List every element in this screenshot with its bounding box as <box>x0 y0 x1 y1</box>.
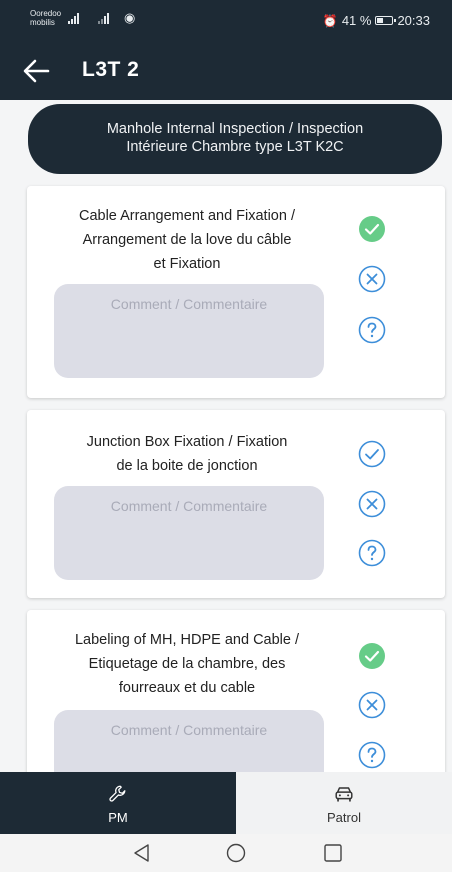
status-right: ⏰ 41 % 20:33 <box>323 13 430 28</box>
battery-percent: 41 % <box>341 13 372 28</box>
banner-line-2: Intérieure Chambre type L3T K2C <box>126 139 344 155</box>
home-circle-icon[interactable] <box>225 842 247 864</box>
title-line: Junction Box Fixation / Fixation <box>86 434 288 450</box>
check-filled-icon[interactable] <box>358 215 386 243</box>
title-line: Arrangement de la love du câble <box>82 232 292 248</box>
recents-square-icon[interactable] <box>322 842 344 864</box>
checklist-item-title: Cable Arrangement and Fixation / Arrange… <box>37 204 337 276</box>
system-navigation-bar <box>0 834 452 872</box>
app-bar: L3T 2 <box>0 42 452 100</box>
eye-icon: ◉ <box>124 10 136 25</box>
nav-label-patrol: Patrol <box>327 810 361 825</box>
title-line: de la boite de jonction <box>116 458 258 474</box>
nav-item-patrol[interactable]: Patrol <box>236 772 452 834</box>
checklist-item-title: Labeling of MH, HDPE and Cable / Etiquet… <box>37 628 337 700</box>
signal-icon <box>68 13 79 24</box>
title-line: Labeling of MH, HDPE and Cable / <box>74 632 300 648</box>
check-filled-icon[interactable] <box>358 642 386 670</box>
close-circle-icon[interactable] <box>358 265 386 293</box>
nav-item-pm[interactable]: PM <box>0 772 236 834</box>
signal-icon-2 <box>98 13 109 24</box>
checklist-card: Junction Box Fixation / Fixation de la b… <box>27 410 445 598</box>
help-circle-icon[interactable] <box>358 539 386 567</box>
carrier-name: Ooredoo mobilis <box>30 9 70 27</box>
comment-input[interactable]: Comment / Commentaire <box>54 284 324 378</box>
bottom-navigation: PM Patrol <box>0 772 452 834</box>
help-circle-icon[interactable] <box>358 741 386 769</box>
clock: 20:33 <box>397 13 430 28</box>
page-title: L3T 2 <box>82 58 140 81</box>
alarm-off-icon: ⏰ <box>322 13 338 28</box>
banner-line-1: Manhole Internal Inspection / Inspection <box>106 121 364 137</box>
status-bar: Ooredoo mobilis ◉ ⏰ 41 % 20:33 <box>0 0 452 42</box>
checklist-card: Labeling of MH, HDPE and Cable / Etiquet… <box>27 610 445 790</box>
arrow-left-icon[interactable] <box>22 58 50 84</box>
checklist-card: Cable Arrangement and Fixation / Arrange… <box>27 186 445 398</box>
close-circle-icon[interactable] <box>358 691 386 719</box>
nav-label-pm: PM <box>108 810 128 825</box>
carrier-line-1: Ooredoo <box>30 9 62 18</box>
comment-input[interactable]: Comment / Commentaire <box>54 486 324 580</box>
inspection-type-banner: Manhole Internal Inspection / Inspection… <box>28 104 442 174</box>
checklist-item-title: Junction Box Fixation / Fixation de la b… <box>37 430 337 478</box>
close-circle-icon[interactable] <box>358 490 386 518</box>
wrench-icon <box>109 785 126 802</box>
car-icon <box>335 787 353 802</box>
title-line: fourreaux et du cable <box>118 680 256 696</box>
check-circle-icon[interactable] <box>358 440 386 468</box>
title-line: Cable Arrangement and Fixation / <box>78 208 295 224</box>
help-circle-icon[interactable] <box>358 316 386 344</box>
back-triangle-icon[interactable] <box>131 842 153 864</box>
title-line: et Fixation <box>153 256 221 272</box>
title-line: Etiquetage de la chambre, des <box>88 656 286 672</box>
battery-icon <box>375 16 397 25</box>
carrier-line-2: mobilis <box>30 18 55 27</box>
